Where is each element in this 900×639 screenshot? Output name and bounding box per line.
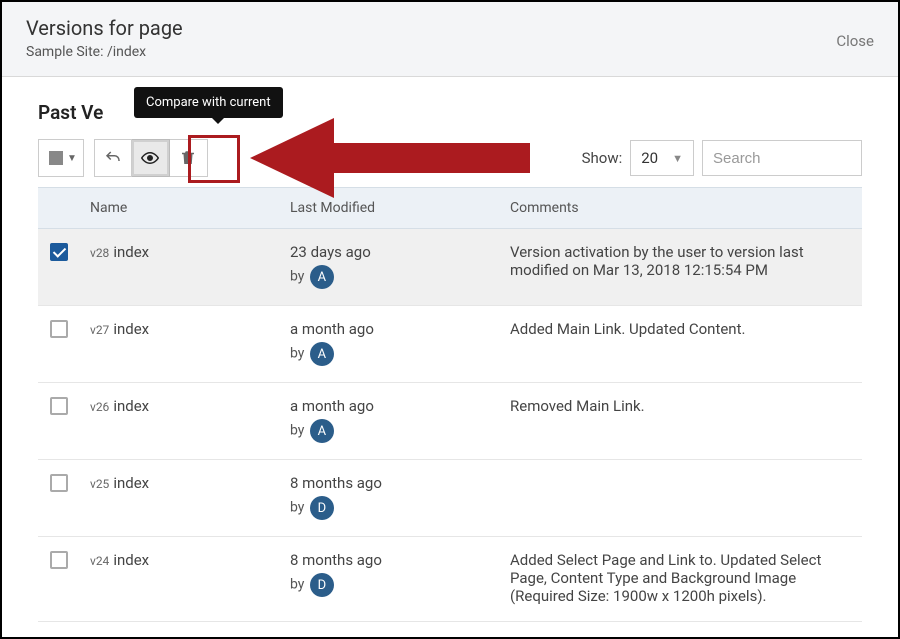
delete-button[interactable] bbox=[170, 139, 208, 177]
version-tag: v27 bbox=[90, 323, 109, 337]
action-button-group bbox=[94, 139, 208, 177]
avatar: D bbox=[310, 573, 334, 597]
col-header-comments[interactable]: Comments bbox=[500, 188, 862, 229]
table-row[interactable]: v26 index a month ago by A Removed Main L… bbox=[38, 383, 862, 460]
undo-button[interactable] bbox=[94, 139, 132, 177]
row-comments: Removed Main Link. bbox=[500, 383, 862, 460]
table-row[interactable]: v25 index 8 months ago by D bbox=[38, 460, 862, 537]
row-checkbox[interactable] bbox=[50, 320, 68, 338]
table-row[interactable]: v24 index 8 months ago by D Added Select … bbox=[38, 537, 862, 622]
select-indicator-icon bbox=[49, 151, 63, 165]
by-label: by bbox=[290, 577, 304, 593]
select-all-button[interactable]: ▼ bbox=[38, 139, 84, 177]
by-label: by bbox=[290, 346, 304, 362]
avatar: A bbox=[310, 265, 334, 289]
show-label: Show: bbox=[582, 149, 623, 167]
modified-time: 8 months ago bbox=[290, 474, 490, 492]
avatar: D bbox=[310, 496, 334, 520]
row-comments: Version activation by the user to versio… bbox=[500, 229, 862, 306]
page-size-select[interactable]: 20 ▼ bbox=[630, 140, 694, 176]
row-checkbox[interactable] bbox=[50, 551, 68, 569]
modified-time: a month ago bbox=[290, 397, 490, 415]
table-row[interactable]: v28 index 23 days ago by A Version activa… bbox=[38, 229, 862, 306]
table-row[interactable]: v27 index a month ago by A Added Main Lin… bbox=[38, 306, 862, 383]
tooltip-compare: Compare with current bbox=[134, 87, 283, 118]
toolbar: Compare with current ▼ bbox=[38, 139, 862, 177]
version-tag: v26 bbox=[90, 400, 109, 414]
row-checkbox[interactable] bbox=[50, 243, 68, 261]
by-label: by bbox=[290, 423, 304, 439]
trash-icon bbox=[179, 149, 197, 167]
right-controls: Show: 20 ▼ bbox=[582, 140, 862, 176]
search-input[interactable] bbox=[702, 140, 862, 176]
avatar: A bbox=[310, 419, 334, 443]
page-name: index bbox=[113, 474, 149, 492]
modified-time: 8 months ago bbox=[290, 551, 490, 569]
modified-time: 23 days ago bbox=[290, 243, 490, 261]
dialog-title: Versions for page bbox=[26, 16, 183, 40]
by-label: by bbox=[290, 269, 304, 285]
row-comments: Added Main Link. Updated Content. bbox=[500, 306, 862, 383]
page-name: index bbox=[113, 243, 149, 261]
page-size-value: 20 bbox=[641, 149, 658, 167]
select-all-group: ▼ bbox=[38, 139, 84, 177]
version-tag: v24 bbox=[90, 554, 109, 568]
dialog-header: Versions for page Sample Site: /index Cl… bbox=[2, 2, 898, 77]
page-name: index bbox=[113, 397, 149, 415]
undo-icon bbox=[104, 149, 122, 167]
row-comments: Added Select Page and Link to. Updated S… bbox=[500, 537, 862, 622]
chevron-down-icon: ▼ bbox=[67, 153, 77, 164]
modified-time: a month ago bbox=[290, 320, 490, 338]
annotation-arrow bbox=[250, 109, 540, 209]
compare-button[interactable] bbox=[132, 139, 170, 177]
version-tag: v28 bbox=[90, 246, 109, 260]
dialog-subtitle: Sample Site: /index bbox=[26, 44, 183, 60]
versions-table: Name Last Modified Comments v28index 23 … bbox=[38, 187, 862, 622]
by-label: by bbox=[290, 500, 304, 516]
page-name: index bbox=[113, 320, 149, 338]
eye-icon bbox=[141, 149, 159, 167]
avatar: A bbox=[310, 342, 334, 366]
chevron-down-icon: ▼ bbox=[672, 152, 683, 165]
row-checkbox[interactable] bbox=[50, 474, 68, 492]
row-comments bbox=[500, 460, 862, 537]
page-name: index bbox=[113, 551, 149, 569]
close-button[interactable]: Close bbox=[836, 32, 874, 50]
version-tag: v25 bbox=[90, 477, 109, 491]
row-checkbox[interactable] bbox=[50, 397, 68, 415]
